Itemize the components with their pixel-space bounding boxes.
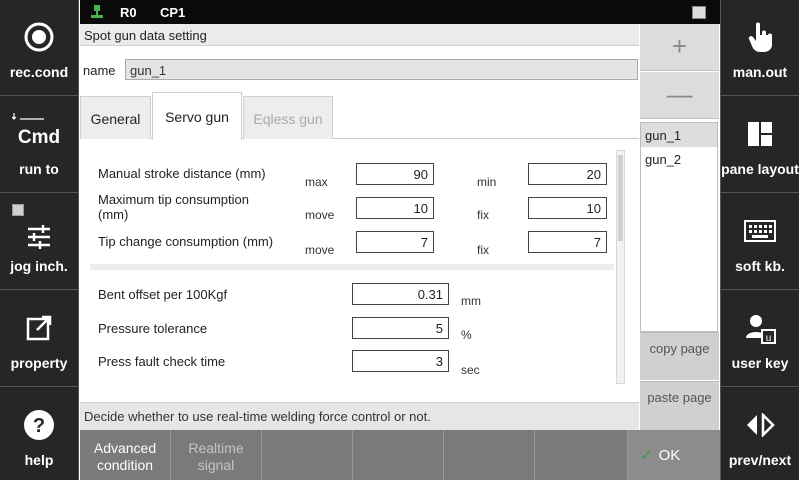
tipcons-move-input[interactable]: 10: [356, 197, 434, 219]
tipcons-fix-label: fix: [477, 208, 489, 222]
tipchange-fix-input[interactable]: 7: [528, 231, 607, 253]
svg-text:u: u: [766, 333, 772, 344]
cp-label: CP1: [160, 5, 186, 20]
name-row: name gun_1: [80, 57, 639, 83]
man-out-button[interactable]: man.out: [721, 0, 799, 96]
property-button[interactable]: property: [0, 291, 78, 387]
pressure-label: Pressure tolerance: [98, 321, 208, 336]
ok-button[interactable]: ✓ OK: [628, 430, 720, 480]
man-out-label: man.out: [732, 64, 788, 80]
soft-kb-label: soft kb.: [735, 258, 785, 274]
right-panel: man.out pane layout soft kb. u user key …: [720, 0, 799, 480]
record-icon: [0, 20, 78, 54]
realtime-signal-button[interactable]: Realtime signal: [171, 430, 262, 480]
prev-next-label: prev/next: [728, 452, 792, 468]
pressure-unit: %: [461, 328, 472, 342]
checkbox-indicator: [12, 204, 24, 216]
user-key-button[interactable]: u user key: [721, 291, 799, 387]
stroke-label: Manual stroke distance (mm): [98, 166, 266, 181]
help-button[interactable]: ? help: [0, 388, 78, 480]
prev-next-button[interactable]: prev/next: [721, 388, 799, 480]
bent-label: Bent offset per 100Kgf: [98, 287, 228, 302]
fault-unit: sec: [461, 363, 480, 377]
servo-gun-panel: Manual stroke distance (mm) max 90 min 2…: [80, 140, 639, 402]
pane-layout-button[interactable]: pane layout: [721, 97, 799, 193]
hand-pointer-icon: [721, 20, 799, 54]
battery-icon: [692, 6, 706, 19]
ok-label: OK: [658, 447, 681, 464]
section-divider: [90, 264, 614, 270]
rec-cond-button[interactable]: rec.cond: [0, 0, 78, 96]
help-icon: ?: [0, 408, 78, 442]
gun-list-item[interactable]: gun_2: [641, 147, 717, 171]
property-label: property: [10, 355, 68, 371]
rec-cond-label: rec.cond: [9, 64, 69, 80]
vertical-scrollbar[interactable]: [616, 150, 625, 384]
soft-kb-button[interactable]: soft kb.: [721, 194, 799, 290]
status-bar: R0 CP1: [80, 0, 720, 24]
left-panel: rec.cond Cmd run to jog inch. property ?…: [0, 0, 79, 480]
copy-page-button[interactable]: copy page: [640, 332, 719, 380]
robot-icon: [90, 4, 104, 22]
cmd-label: Cmd: [17, 127, 61, 148]
advanced-condition-button[interactable]: Advanced condition: [80, 430, 171, 480]
empty-slot-1: [262, 430, 353, 480]
run-to-label: run to: [19, 161, 59, 177]
tab-bar: General Servo gun Eqless gun: [80, 92, 639, 140]
empty-slot-3: [444, 430, 535, 480]
dialog-title: Spot gun data setting: [80, 24, 639, 46]
pane-layout-label: pane layout: [721, 161, 799, 177]
robot-label: R0: [120, 5, 137, 20]
name-field[interactable]: gun_1: [125, 59, 638, 80]
arrow-line-icon: [12, 113, 44, 120]
tipchange-fix-label: fix: [477, 243, 489, 257]
gun-list-item[interactable]: gun_1: [641, 123, 717, 147]
add-button[interactable]: +: [640, 24, 719, 71]
cmd-run-to-button[interactable]: Cmd run to: [0, 97, 78, 193]
gun-list: gun_1 gun_2: [640, 122, 718, 332]
jog-inch-label: jog inch.: [10, 258, 68, 274]
name-label: name: [83, 63, 116, 78]
fault-input[interactable]: 3: [352, 350, 449, 372]
paste-page-label: paste page: [647, 390, 712, 405]
keyboard-icon: [721, 214, 799, 248]
stroke-max-input[interactable]: 90: [356, 163, 434, 185]
tipchange-label: Tip change consumption (mm): [98, 234, 274, 249]
tipcons-fix-input[interactable]: 10: [528, 197, 607, 219]
check-icon: ✓: [640, 447, 653, 464]
paste-page-button[interactable]: paste page: [640, 381, 719, 430]
stroke-min-label: min: [477, 175, 497, 189]
user-key-label: user key: [731, 355, 789, 371]
tab-eqless-gun[interactable]: Eqless gun: [243, 96, 333, 139]
empty-slot-2: [353, 430, 444, 480]
sliders-icon: [0, 220, 78, 254]
stroke-min-input[interactable]: 20: [528, 163, 607, 185]
help-text-bar: Decide whether to use real-time welding …: [80, 402, 639, 430]
tipchange-move-label: move: [305, 243, 335, 257]
tipcons-move-label: move: [305, 208, 335, 222]
prev-next-icon: [721, 408, 799, 442]
pressure-input[interactable]: 5: [352, 317, 449, 339]
copy-page-label: copy page: [649, 341, 710, 356]
remove-button[interactable]: —: [640, 72, 719, 119]
jog-inch-button[interactable]: jog inch.: [0, 194, 78, 290]
user-key-icon: u: [721, 311, 799, 345]
tab-general[interactable]: General: [80, 96, 151, 139]
layout-icon: [721, 117, 799, 151]
help-label: help: [24, 452, 54, 468]
tipcons-label: Maximum tip consumption (mm): [98, 192, 249, 222]
bent-input[interactable]: 0.31: [352, 283, 449, 305]
stroke-max-label: max: [305, 175, 328, 189]
bottom-toolbar: Advanced condition Realtime signal ✓ OK: [80, 430, 720, 480]
tipchange-move-input[interactable]: 7: [356, 231, 434, 253]
fault-label: Press fault check time: [98, 354, 226, 369]
tab-servo-gun[interactable]: Servo gun: [152, 92, 242, 140]
bent-unit: mm: [461, 294, 481, 308]
svg-text:?: ?: [33, 415, 45, 437]
external-link-icon: [0, 311, 78, 345]
scroll-thumb[interactable]: [618, 155, 623, 241]
empty-slot-4: [535, 430, 628, 480]
